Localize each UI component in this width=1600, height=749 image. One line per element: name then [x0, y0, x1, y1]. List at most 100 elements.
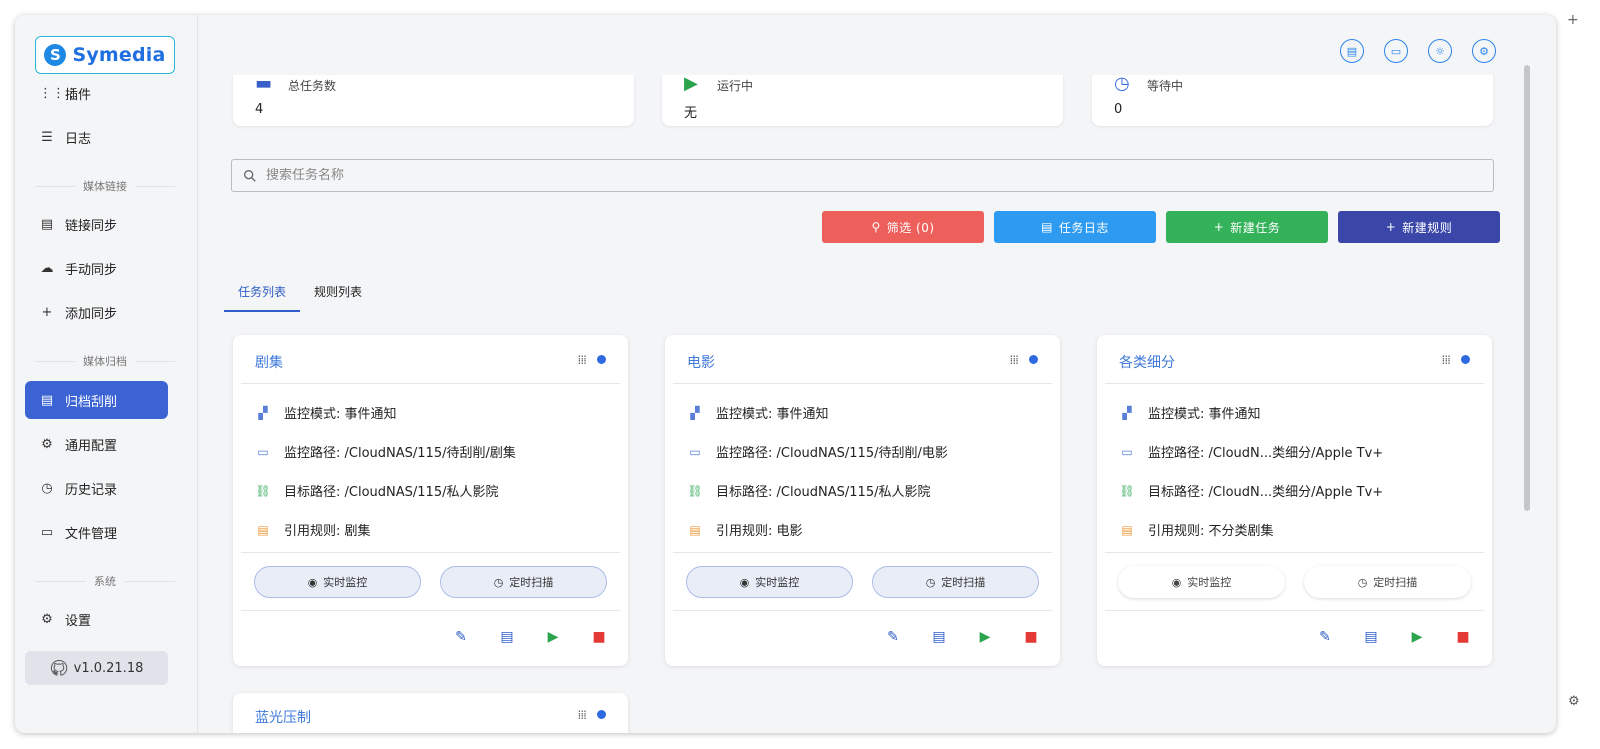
search-input[interactable]: [266, 168, 1466, 183]
clock-icon: ◷: [1357, 575, 1368, 589]
folder-icon: ▭: [1121, 444, 1133, 459]
sidebar-item-logs[interactable]: ☰ 日志: [25, 119, 168, 155]
info-path: ▭ 监控路径: /CloudNAS/115/待刮削/剧集: [255, 442, 516, 462]
tab-task-list[interactable]: 任务列表: [224, 277, 301, 312]
sidebar-item-add-sync[interactable]: + 添加同步: [25, 294, 168, 330]
plus-icon[interactable]: +: [1567, 12, 1579, 28]
stat-label: 总任务数: [288, 79, 337, 93]
scrollbar[interactable]: [1524, 65, 1530, 511]
gear-icon[interactable]: ⚙: [1568, 694, 1580, 709]
filter-icon: ⚲: [871, 220, 881, 234]
sidebar-item-plugins[interactable]: ⋮⋮⋮ 插件: [25, 75, 168, 111]
sidebar-item-label: 历史记录: [65, 482, 118, 498]
clock-icon: ◷: [1114, 73, 1130, 94]
brand-mark-icon: S: [44, 44, 67, 66]
play-icon[interactable]: ▶: [544, 629, 562, 645]
task-count-icon: ▬: [255, 73, 273, 94]
drag-handle-icon[interactable]: ⁞⁞⁞: [578, 708, 588, 722]
log-icon[interactable]: ▤: [930, 629, 948, 645]
folder-icon: ▭: [689, 444, 701, 459]
info-rule: ▤ 引用规则: 剧集: [255, 520, 370, 540]
stat-value: 无: [684, 106, 698, 121]
main-content: ▬ 总任务数 4 ▶ 运行中 无 ◷ 等待中 0 ▤ ▭ ☼ ⚙ ⚲ 筛选 (0…: [199, 15, 1522, 733]
sidebar-item-manual-sync[interactable]: ☁ 手动同步: [25, 250, 168, 286]
app-window: S Symedia ⋮⋮⋮ 插件 ☰ 日志 媒体链接 ▤ 链接同步 ☁ 手动同步…: [15, 15, 1556, 733]
log-icon[interactable]: ▤: [498, 629, 516, 645]
task-card: 剧集 ⁞⁞⁞ ▞ 监控模式: 事件通知 ▭ 监控路径: /CloudNAS/115/…: [233, 335, 628, 666]
plus-icon: +: [41, 304, 53, 320]
sidebar-item-settings[interactable]: ⚙ 设置: [25, 601, 168, 637]
status-dot: [1461, 355, 1470, 364]
info-target: ⛓ 目标路径: /CloudNAS/115/私人影院: [687, 483, 931, 501]
info-target: ⛓ 目标路径: /CloudN...类细分/Apple Tv+: [1119, 483, 1384, 501]
plus-icon: +: [1385, 220, 1397, 234]
theme-icon[interactable]: ☼: [1428, 39, 1452, 63]
log-icon[interactable]: ▤: [1362, 629, 1380, 645]
folder-icon: ▭: [40, 524, 54, 540]
realtime-monitor-button[interactable]: ◉ 实时监控: [254, 566, 421, 598]
drag-handle-icon[interactable]: ⁞⁞⁞: [1010, 353, 1020, 367]
link-icon: ⛓: [687, 483, 703, 498]
edit-icon[interactable]: ✎: [1316, 629, 1334, 645]
clock-icon: ◷: [925, 575, 936, 589]
card-title: 电影: [687, 355, 715, 371]
sidebar-item-label: 设置: [65, 613, 92, 629]
sidebar-item-label: 链接同步: [65, 218, 118, 234]
eye-icon: ◉: [1171, 575, 1182, 589]
drag-handle-icon[interactable]: ⁞⁞⁞: [1442, 353, 1452, 367]
cloud-icon: ☁: [40, 260, 54, 276]
drag-handle-icon[interactable]: ⁞⁞⁞: [578, 353, 588, 367]
realtime-monitor-button[interactable]: ◉ 实时监控: [1118, 566, 1285, 598]
hierarchy-icon: ▞: [1122, 405, 1132, 420]
brand-logo[interactable]: S Symedia: [35, 36, 175, 74]
scheduled-scan-button[interactable]: ◷ 定时扫描: [1304, 566, 1471, 598]
task-log-button[interactable]: ▤ 任务日志: [994, 211, 1156, 243]
gear-icon[interactable]: ⚙: [1472, 39, 1496, 63]
status-dot: [1029, 355, 1038, 364]
github-icon: [50, 660, 67, 676]
search-icon: [244, 169, 256, 182]
sidebar-item-label: 通用配置: [65, 438, 118, 454]
task-card: 电影 ⁞⁞⁞ ▞ 监控模式: 事件通知 ▭ 监控路径: /CloudNAS/115/…: [665, 335, 1060, 666]
play-icon[interactable]: ▶: [1408, 629, 1426, 645]
info-rule: ▤ 引用规则: 不分类剧集: [1119, 520, 1273, 540]
sidebar-item-file-manager[interactable]: ▭ 文件管理: [25, 514, 168, 550]
scheduled-scan-button[interactable]: ◷ 定时扫描: [440, 566, 607, 598]
play-icon[interactable]: ▶: [976, 629, 994, 645]
search-box[interactable]: [231, 159, 1494, 192]
version-text: v1.0.21.18: [73, 660, 144, 676]
stat-value: 4: [255, 102, 264, 117]
delete-icon[interactable]: ■: [1022, 629, 1040, 645]
delete-icon[interactable]: ■: [590, 629, 608, 645]
document-icon: ▤: [689, 522, 701, 537]
sidebar-item-label: 手动同步: [65, 262, 118, 278]
scheduled-scan-button[interactable]: ◷ 定时扫描: [872, 566, 1039, 598]
sidebar-item-general-config[interactable]: ⚙ 通用配置: [25, 426, 168, 462]
sidebar-item-label: 归档刮削: [65, 394, 118, 410]
info-mode: ▞ 监控模式: 事件通知: [1119, 403, 1260, 423]
status-dot: [597, 710, 606, 719]
grid-icon: ⋮⋮⋮: [39, 85, 78, 101]
info-target: ⛓ 目标路径: /CloudNAS/115/私人影院: [255, 483, 499, 501]
table-icon: ▤: [40, 216, 54, 232]
edit-icon[interactable]: ✎: [452, 629, 470, 645]
edit-icon[interactable]: ✎: [884, 629, 902, 645]
new-rule-button[interactable]: + 新建规则: [1338, 211, 1500, 243]
info-path: ▭ 监控路径: /CloudNAS/115/待刮削/电影: [687, 442, 948, 462]
version-badge[interactable]: v1.0.21.18: [25, 651, 168, 685]
hierarchy-icon: ▞: [258, 405, 268, 420]
info-rule: ▤ 引用规则: 电影: [687, 520, 802, 540]
history-icon: ◷: [41, 480, 53, 496]
new-task-button[interactable]: + 新建任务: [1166, 211, 1328, 243]
card-title: 剧集: [255, 355, 283, 371]
gear-icon: ⚙: [41, 611, 53, 627]
realtime-monitor-button[interactable]: ◉ 实时监控: [686, 566, 853, 598]
monitor-icon[interactable]: ▭: [1384, 39, 1408, 63]
sidebar-item-history[interactable]: ◷ 历史记录: [25, 470, 168, 506]
delete-icon[interactable]: ■: [1454, 629, 1472, 645]
sidebar-item-archive-scrape[interactable]: ▤ 归档刮削: [25, 381, 168, 419]
task-log-icon[interactable]: ▤: [1340, 39, 1364, 63]
filter-button[interactable]: ⚲ 筛选 (0): [822, 211, 984, 243]
tab-rule-list[interactable]: 规则列表: [300, 277, 376, 312]
sidebar-item-link-sync[interactable]: ▤ 链接同步: [25, 206, 168, 242]
